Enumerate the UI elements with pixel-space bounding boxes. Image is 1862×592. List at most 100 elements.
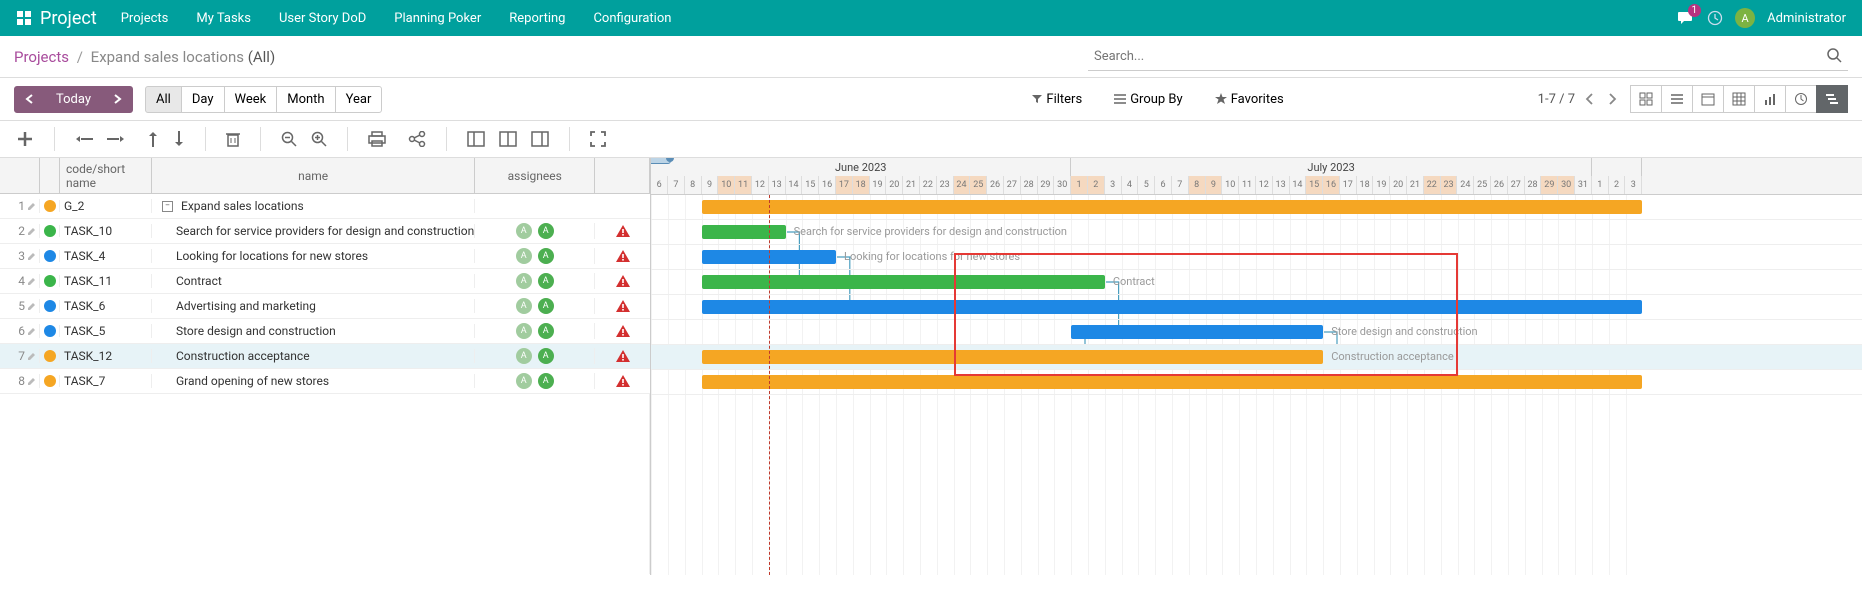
zoomin-icon[interactable] bbox=[309, 129, 329, 149]
gantt-bar[interactable] bbox=[702, 300, 1643, 314]
view-list-icon[interactable] bbox=[1661, 85, 1693, 113]
assignee-avatar[interactable]: A bbox=[516, 348, 532, 364]
col-code[interactable]: code/short name bbox=[60, 158, 152, 193]
next-button[interactable] bbox=[101, 86, 133, 113]
add-icon[interactable] bbox=[14, 128, 36, 150]
assignee-avatar[interactable]: A bbox=[538, 298, 554, 314]
table-row[interactable]: 7TASK_12Construction acceptanceAA bbox=[0, 344, 650, 369]
nav-link-dod[interactable]: User Story DoD bbox=[279, 11, 366, 26]
table-row[interactable]: 5TASK_6Advertising and marketingAA bbox=[0, 294, 650, 319]
groupby-button[interactable]: Group By bbox=[1104, 87, 1193, 112]
gantt-row[interactable] bbox=[651, 195, 1862, 220]
activity-icon[interactable] bbox=[1707, 10, 1723, 26]
assignee-avatar[interactable]: A bbox=[516, 248, 532, 264]
assignee-avatar[interactable]: A bbox=[538, 273, 554, 289]
moveup-icon[interactable] bbox=[145, 129, 161, 149]
outdent-icon[interactable] bbox=[73, 130, 95, 148]
view-activity-icon[interactable] bbox=[1785, 85, 1817, 113]
edit-icon[interactable] bbox=[27, 277, 37, 286]
edit-icon[interactable] bbox=[27, 302, 37, 311]
nav-link-reporting[interactable]: Reporting bbox=[509, 11, 565, 26]
gantt-row[interactable]: Search for service providers for design … bbox=[651, 220, 1862, 245]
search-input[interactable] bbox=[1088, 43, 1848, 71]
edit-icon[interactable] bbox=[27, 352, 37, 361]
gantt-row[interactable] bbox=[651, 295, 1862, 320]
edit-icon[interactable] bbox=[27, 252, 37, 261]
range-year[interactable]: Year bbox=[335, 86, 383, 113]
export-icon[interactable] bbox=[406, 129, 428, 149]
view-pivot-icon[interactable] bbox=[1723, 85, 1755, 113]
gantt-bar[interactable] bbox=[702, 275, 1105, 289]
gantt-row[interactable]: Looking for locations for new stores bbox=[651, 245, 1862, 270]
edit-icon[interactable] bbox=[27, 377, 37, 386]
edit-icon[interactable] bbox=[27, 227, 37, 236]
fullscreen-icon[interactable] bbox=[588, 129, 608, 149]
table-row[interactable]: 8TASK_7Grand opening of new storesAA bbox=[0, 369, 650, 394]
assignee-avatar[interactable]: A bbox=[538, 223, 554, 239]
assignee-avatar[interactable]: A bbox=[516, 323, 532, 339]
row-name: Looking for locations for new stores bbox=[152, 249, 475, 263]
search-icon[interactable] bbox=[1826, 47, 1842, 63]
nav-link-projects[interactable]: Projects bbox=[121, 11, 169, 26]
range-all[interactable]: All bbox=[145, 86, 182, 113]
view-calendar-icon[interactable] bbox=[1692, 85, 1724, 113]
assignee-avatar[interactable]: A bbox=[516, 298, 532, 314]
table-row[interactable]: 4TASK_11ContractAA bbox=[0, 269, 650, 294]
gantt-bar[interactable] bbox=[702, 225, 786, 239]
gantt-row[interactable]: Store design and construction bbox=[651, 320, 1862, 345]
range-month[interactable]: Month bbox=[276, 86, 335, 113]
gantt-row[interactable]: Contract bbox=[651, 270, 1862, 295]
table-row[interactable]: 6TASK_5Store design and constructionAA bbox=[0, 319, 650, 344]
indent-icon[interactable] bbox=[105, 130, 127, 148]
gantt-bar[interactable] bbox=[702, 375, 1643, 389]
delete-icon[interactable] bbox=[224, 129, 242, 149]
favorites-button[interactable]: Favorites bbox=[1205, 87, 1294, 112]
edit-icon[interactable] bbox=[27, 202, 37, 211]
nav-link-mytasks[interactable]: My Tasks bbox=[196, 11, 251, 26]
table-row[interactable]: 1G_2−Expand sales locations bbox=[0, 194, 650, 219]
nav-link-config[interactable]: Configuration bbox=[593, 11, 671, 26]
pager-prev[interactable] bbox=[1583, 89, 1597, 109]
assignee-avatar[interactable]: A bbox=[538, 373, 554, 389]
col-assignees[interactable]: assignees bbox=[475, 158, 595, 193]
layout2-icon[interactable] bbox=[497, 129, 519, 149]
range-week[interactable]: Week bbox=[224, 86, 278, 113]
avatar[interactable]: A bbox=[1735, 8, 1755, 28]
range-day[interactable]: Day bbox=[181, 86, 225, 113]
gantt-bar[interactable] bbox=[1071, 325, 1323, 339]
assignee-avatar[interactable]: A bbox=[538, 323, 554, 339]
assignee-avatar[interactable]: A bbox=[538, 348, 554, 364]
gantt-row[interactable]: Construction acceptance bbox=[651, 345, 1862, 370]
pager-next[interactable] bbox=[1605, 89, 1619, 109]
layout1-icon[interactable] bbox=[465, 129, 487, 149]
table-row[interactable]: 2TASK_10Search for service providers for… bbox=[0, 219, 650, 244]
collapse-icon[interactable]: − bbox=[162, 201, 173, 212]
timeline-slider[interactable] bbox=[651, 158, 671, 164]
movedown-icon[interactable] bbox=[171, 129, 187, 149]
view-switcher bbox=[1631, 85, 1848, 113]
view-gantt-icon[interactable] bbox=[1816, 85, 1848, 113]
print-icon[interactable] bbox=[366, 129, 388, 149]
gantt-bar[interactable] bbox=[702, 200, 1643, 214]
brand[interactable]: Project bbox=[16, 8, 97, 29]
assignee-avatar[interactable]: A bbox=[516, 223, 532, 239]
messages-icon[interactable]: 1 bbox=[1677, 10, 1695, 26]
assignee-avatar[interactable]: A bbox=[516, 273, 532, 289]
gantt-row[interactable] bbox=[651, 370, 1862, 395]
filters-button[interactable]: Filters bbox=[1022, 87, 1092, 112]
assignee-avatar[interactable]: A bbox=[538, 248, 554, 264]
zoomout-icon[interactable] bbox=[279, 129, 299, 149]
view-kanban-icon[interactable] bbox=[1630, 85, 1662, 113]
prev-button[interactable] bbox=[14, 86, 46, 113]
gantt-bar[interactable] bbox=[702, 350, 1324, 364]
col-name[interactable]: name bbox=[152, 158, 475, 193]
assignee-avatar[interactable]: A bbox=[516, 373, 532, 389]
layout3-icon[interactable] bbox=[529, 129, 551, 149]
today-button[interactable]: Today bbox=[45, 86, 102, 113]
table-row[interactable]: 3TASK_4Looking for locations for new sto… bbox=[0, 244, 650, 269]
edit-icon[interactable] bbox=[27, 327, 37, 336]
view-graph-icon[interactable] bbox=[1754, 85, 1786, 113]
nav-link-poker[interactable]: Planning Poker bbox=[394, 11, 481, 26]
breadcrumb-root[interactable]: Projects bbox=[14, 48, 69, 66]
user-name[interactable]: Administrator bbox=[1767, 11, 1846, 26]
